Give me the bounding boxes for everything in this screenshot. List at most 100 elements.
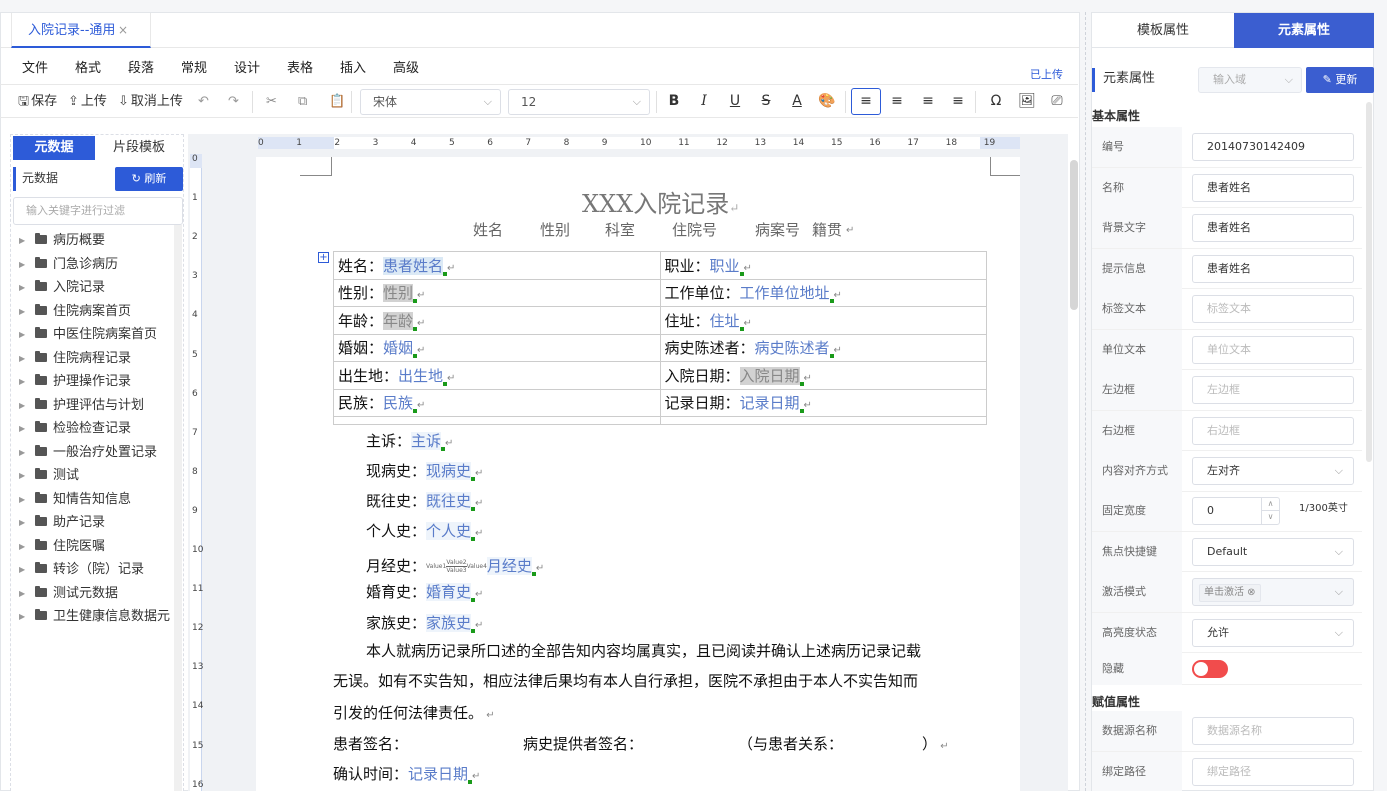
fixed-width-stepper[interactable]: 0 ∧ ∨: [1192, 497, 1280, 525]
strikethrough-icon[interactable]: S: [755, 85, 777, 118]
table-handle-icon[interactable]: +: [318, 252, 329, 263]
table-cell[interactable]: 记录日期：记录日期 ↵: [659, 388, 987, 417]
tree-item[interactable]: ▶ 转诊（院）记录: [13, 558, 181, 582]
table-cell[interactable]: 性别：性别 ↵: [333, 278, 661, 307]
prop-input[interactable]: 患者姓名: [1192, 214, 1354, 242]
close-tab-icon[interactable]: ×: [118, 13, 128, 48]
input-field[interactable]: 职业: [710, 257, 740, 275]
element-type-select[interactable]: 输入域 ⌵: [1198, 67, 1302, 93]
align-right-icon[interactable]: ≡: [917, 85, 939, 118]
input-field[interactable]: 患者姓名: [383, 256, 444, 275]
tab-element-properties[interactable]: 元素属性: [1234, 13, 1374, 48]
menu-paragraph[interactable]: 段落: [128, 57, 154, 76]
editor-scrollbar[interactable]: [1070, 160, 1078, 310]
table-cell[interactable]: 姓名：患者姓名 ↵: [333, 251, 661, 280]
tree-item[interactable]: ▶ 护理操作记录: [13, 370, 181, 394]
menu-table[interactable]: 表格: [287, 57, 313, 76]
input-field[interactable]: 现病史: [426, 462, 472, 480]
prop-input[interactable]: 标签文本: [1192, 295, 1354, 323]
tree-item[interactable]: ▶ 卫生健康信息数据元: [13, 605, 181, 629]
palette-icon[interactable]: 🎨: [816, 85, 838, 118]
input-field[interactable]: 个人史: [426, 522, 472, 540]
input-field[interactable]: 年龄: [383, 311, 414, 330]
table-cell[interactable]: [333, 416, 661, 425]
table-cell[interactable]: 病史陈述者：病史陈述者 ↵: [659, 333, 987, 362]
tree-item[interactable]: ▶ 入院记录: [13, 276, 181, 300]
hidden-toggle[interactable]: [1192, 660, 1228, 678]
tree-item[interactable]: ▶ 检验检查记录: [13, 417, 181, 441]
upload-button[interactable]: ⇪ 上传: [68, 85, 107, 118]
prop-input[interactable]: 20140730142409: [1192, 133, 1354, 161]
font-family-select[interactable]: 宋体 ⌵: [360, 89, 501, 115]
cut-icon[interactable]: ✂: [266, 85, 277, 118]
input-field[interactable]: 入院日期: [739, 366, 800, 385]
update-button[interactable]: ✎ 更新: [1306, 67, 1374, 93]
table-cell[interactable]: 民族：民族 ↵: [333, 388, 661, 417]
input-field[interactable]: 工作单位地址: [740, 284, 830, 302]
omega-symbol-icon[interactable]: Ω: [985, 85, 1007, 118]
insert-image-icon[interactable]: 🖼: [1016, 85, 1038, 118]
left-scrollbar[interactable]: [174, 225, 182, 791]
menu-insert[interactable]: 插入: [340, 57, 366, 76]
tree-item[interactable]: ▶ 门急诊病历: [13, 253, 181, 277]
prop-input[interactable]: 左边框: [1192, 376, 1354, 404]
input-field[interactable]: 住址: [710, 312, 740, 330]
vertical-ruler[interactable]: 0 1 2 3 4 5 6 7 8 9 10 11 12 13 14 15 16: [190, 154, 203, 791]
tab-template-properties[interactable]: 模板属性: [1092, 13, 1234, 48]
bold-icon[interactable]: B: [663, 85, 685, 118]
tree-item[interactable]: ▶ 助产记录: [13, 511, 181, 535]
menu-design[interactable]: 设计: [234, 57, 260, 76]
menstrual-formula[interactable]: Value1: [426, 563, 446, 570]
font-size-select[interactable]: 12 ⌵: [508, 89, 650, 115]
bind-path-input[interactable]: 绑定路径: [1192, 757, 1354, 786]
page-icon[interactable]: ⎚: [1046, 85, 1068, 118]
align-select[interactable]: 左对齐 ⌵: [1192, 457, 1354, 485]
input-field[interactable]: 主诉: [411, 432, 442, 450]
input-field[interactable]: 婚育史: [426, 583, 472, 601]
cancel-upload-button[interactable]: ⇩ 取消上传: [118, 85, 183, 118]
tree-item[interactable]: ▶ 中医住院病案首页: [13, 323, 181, 347]
tree-item[interactable]: ▶ 护理评估与计划: [13, 394, 181, 418]
tree-item[interactable]: ▶ 住院病案首页: [13, 300, 181, 324]
activate-mode-select[interactable]: 单击激活 ⊗ ⌵: [1192, 578, 1354, 606]
input-field[interactable]: 出生地: [398, 367, 443, 385]
table-cell[interactable]: 住址：住址 ↵: [659, 306, 987, 335]
datasource-input[interactable]: 数据源名称: [1192, 717, 1354, 745]
tree-item[interactable]: ▶ 测试: [13, 464, 181, 488]
filter-input[interactable]: 输入关键字进行过滤: [13, 197, 183, 225]
menu-file[interactable]: 文件: [22, 57, 48, 76]
paste-icon[interactable]: 📋: [329, 85, 345, 118]
table-cell[interactable]: 职业：职业 ↵: [659, 251, 987, 280]
confirm-time-field[interactable]: 记录日期: [408, 765, 468, 783]
tree-item[interactable]: ▶ 知情告知信息: [13, 488, 181, 512]
table-cell[interactable]: 婚姻：婚姻 ↵: [333, 333, 661, 362]
chevron-up-icon[interactable]: ∧: [1261, 498, 1279, 511]
italic-icon[interactable]: I: [693, 85, 715, 118]
input-field[interactable]: 民族: [383, 394, 413, 412]
menu-format[interactable]: 格式: [75, 57, 101, 76]
chevron-down-icon[interactable]: ∨: [1261, 511, 1279, 524]
tab-fragment-template[interactable]: 片段模板: [95, 136, 183, 160]
document-tab[interactable]: 入院记录--通用 ×: [11, 13, 151, 48]
refresh-button[interactable]: ↻ 刷新: [115, 167, 183, 191]
highlight-state-select[interactable]: 允许 ⌵: [1192, 618, 1354, 647]
input-field[interactable]: 记录日期: [740, 394, 800, 412]
prop-input[interactable]: 患者姓名: [1192, 173, 1354, 202]
input-field[interactable]: 既往史: [426, 492, 472, 510]
tree-item[interactable]: ▶ 测试元数据: [13, 582, 181, 606]
focus-shortcut-select[interactable]: Default ⌵: [1192, 537, 1354, 566]
tree-item[interactable]: ▶ 一般治疗处置记录: [13, 441, 181, 465]
table-cell[interactable]: 出生地：出生地 ↵: [333, 361, 661, 390]
prop-input[interactable]: 右边框: [1192, 416, 1354, 445]
menu-advanced[interactable]: 高级: [393, 57, 419, 76]
prop-input[interactable]: 单位文本: [1192, 335, 1354, 364]
align-center-icon[interactable]: ≡: [886, 85, 908, 118]
input-field[interactable]: 病史陈述者: [755, 339, 830, 357]
table-cell[interactable]: 年龄：年龄 ↵: [333, 306, 661, 335]
menu-general[interactable]: 常规: [181, 57, 207, 76]
prop-input[interactable]: 患者姓名: [1192, 254, 1354, 283]
redo-icon[interactable]: ↷: [228, 85, 239, 118]
table-cell[interactable]: 入院日期：入院日期 ↵: [659, 361, 987, 390]
font-color-icon[interactable]: A: [786, 85, 808, 118]
tree-item[interactable]: ▶ 住院医嘱: [13, 535, 181, 559]
